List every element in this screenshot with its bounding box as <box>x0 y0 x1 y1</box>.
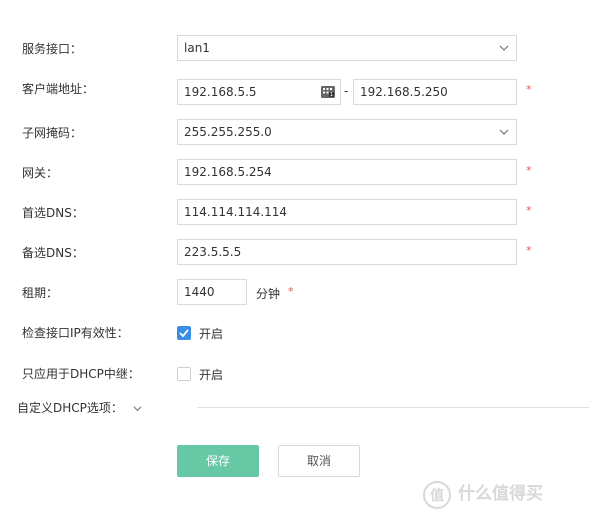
client-address-start-value: 192.168.5.5 <box>184 85 257 99</box>
client-address-end-input[interactable]: 192.168.5.250 <box>353 79 517 105</box>
chevron-down-icon <box>133 406 142 412</box>
check-ip-validity-label: 检查接口IP有效性： <box>22 326 129 340</box>
watermark-logo-icon: 值 <box>423 481 451 509</box>
required-marker: * <box>526 164 532 177</box>
client-address-start-input[interactable]: 192.168.5.5 1 <box>177 79 341 105</box>
check-ip-validity-checkbox[interactable] <box>177 326 191 340</box>
client-address-end-value: 192.168.5.250 <box>360 85 448 99</box>
lease-label: 租期： <box>22 286 59 300</box>
preferred-dns-value: 114.114.114.114 <box>184 205 288 219</box>
required-marker: * <box>288 285 294 298</box>
save-button[interactable]: 保存 <box>177 445 259 477</box>
range-separator: - <box>344 84 349 98</box>
chevron-down-icon <box>499 45 509 51</box>
service-interface-select[interactable]: lan1 <box>177 35 517 61</box>
custom-dhcp-options-label: 自定义DHCP选项： <box>17 401 123 415</box>
custom-dhcp-options-toggle[interactable]: 自定义DHCP选项： <box>17 400 142 416</box>
checkmark-icon <box>179 329 189 338</box>
check-ip-validity-option: 开启 <box>199 327 224 341</box>
alternate-dns-input[interactable]: 223.5.5.5 <box>177 239 517 265</box>
client-address-label: 客户端地址： <box>22 82 95 96</box>
lease-value: 1440 <box>184 285 215 299</box>
watermark-text: 什么值得买 <box>458 484 543 504</box>
cancel-button[interactable]: 取消 <box>278 445 360 477</box>
preferred-dns-label: 首选DNS： <box>22 206 84 220</box>
keyboard-icon[interactable]: 1 <box>320 84 336 100</box>
alternate-dns-label: 备选DNS： <box>22 246 84 260</box>
required-marker: * <box>526 244 532 257</box>
required-marker: * <box>526 204 532 217</box>
lease-input[interactable]: 1440 <box>177 279 247 305</box>
subnet-mask-value: 255.255.255.0 <box>184 125 272 139</box>
preferred-dns-input[interactable]: 114.114.114.114 <box>177 199 517 225</box>
gateway-input[interactable]: 192.168.5.254 <box>177 159 517 185</box>
svg-text:1: 1 <box>330 92 333 98</box>
section-divider <box>197 407 589 408</box>
dhcp-relay-only-checkbox[interactable] <box>177 367 191 381</box>
gateway-label: 网关： <box>22 166 59 180</box>
dhcp-relay-only-label: 只应用于DHCP中继： <box>22 367 140 381</box>
svg-text:值: 值 <box>430 487 444 504</box>
gateway-value: 192.168.5.254 <box>184 165 272 179</box>
dhcp-relay-only-option: 开启 <box>199 368 224 382</box>
service-interface-value: lan1 <box>184 41 210 55</box>
subnet-mask-select[interactable]: 255.255.255.0 <box>177 119 517 145</box>
service-interface-label: 服务接口： <box>22 42 83 56</box>
chevron-down-icon <box>499 129 509 135</box>
required-marker: * <box>526 83 532 96</box>
alternate-dns-value: 223.5.5.5 <box>184 245 242 259</box>
lease-unit: 分钟 <box>256 287 281 301</box>
subnet-mask-label: 子网掩码： <box>22 126 83 140</box>
